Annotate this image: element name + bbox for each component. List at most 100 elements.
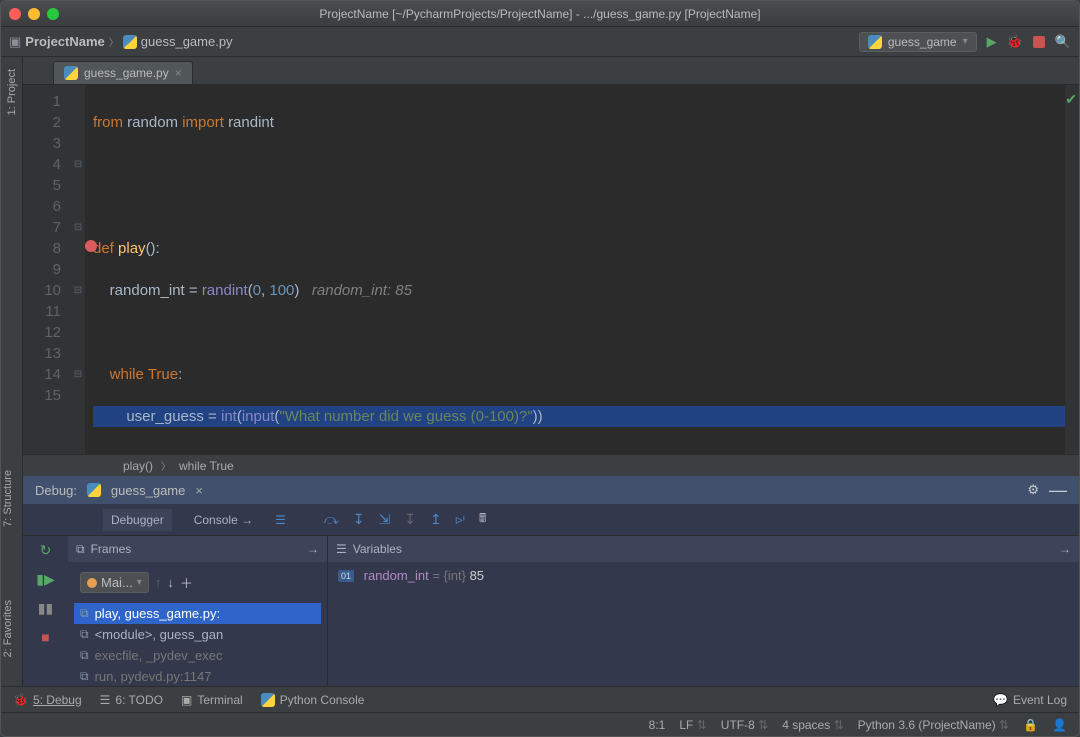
error-stripe[interactable]: ✔	[1065, 85, 1079, 454]
console-tab[interactable]: Console →	[186, 509, 261, 531]
python-file-icon	[64, 66, 78, 80]
frame-item[interactable]: ⧉play, guess_game.py:	[74, 603, 321, 624]
run-config-name: guess_game	[888, 35, 957, 49]
stop-button[interactable]	[1033, 36, 1045, 48]
breadcrumb-file: guess_game.py	[141, 34, 233, 49]
minimize-panel-icon[interactable]: —	[1049, 480, 1067, 501]
thread-name: Mai...	[101, 575, 133, 590]
close-window-button[interactable]	[9, 8, 21, 20]
resume-button[interactable]: ▮▶	[36, 571, 54, 588]
frames-list[interactable]: ⧉play, guess_game.py: ⧉<module>, guess_g…	[68, 603, 327, 686]
status-indent[interactable]: 4 spaces ⇅	[782, 718, 843, 732]
search-icon[interactable]: 🔍	[1055, 34, 1071, 50]
ide-window: ProjectName [~/PycharmProjects/ProjectNa…	[0, 0, 1080, 737]
step-over-button[interactable]: ⤼	[324, 511, 339, 528]
lock-icon[interactable]: 🔒	[1023, 718, 1038, 732]
debug-body: ↻ ▮▶ ▮▮ ■ ⧉ Frames → Mai...	[23, 536, 1079, 686]
status-caret-pos[interactable]: 8:1	[649, 718, 666, 732]
step-into-button[interactable]: ↧	[353, 511, 365, 528]
frames-label: Frames	[91, 542, 132, 556]
bottom-tab-terminal[interactable]: ▣ Terminal	[181, 693, 243, 707]
stackframe-icon: ⧉	[80, 648, 89, 663]
debug-button[interactable]: 🐞	[1007, 34, 1023, 50]
breadcrumb[interactable]: ▣ ProjectName 〉 guess_game.py	[9, 34, 233, 50]
add-frame-button[interactable]: ＋	[180, 573, 193, 592]
crumb-loop: while True	[179, 459, 234, 473]
step-into-mycode-button[interactable]: ↧	[404, 511, 416, 528]
stackframe-icon: ⧉	[80, 669, 89, 684]
bottom-tab-debug[interactable]: 🐞 5: Debug	[13, 693, 82, 707]
chevron-down-icon: ▾	[137, 577, 142, 588]
close-tab-icon[interactable]: ×	[175, 66, 182, 80]
run-button[interactable]: ▶	[987, 34, 997, 50]
variables-panel: ☰ Variables → 01 random_int = {int} 85	[328, 536, 1079, 686]
tool-window-structure[interactable]: 7: Structure	[2, 470, 14, 527]
variable-type: {int}	[444, 568, 466, 583]
next-frame-button[interactable]: ↓	[167, 575, 174, 590]
variables-label: Variables	[353, 542, 402, 556]
debug-header-label: Debug:	[35, 483, 77, 498]
status-encoding[interactable]: UTF-8 ⇅	[721, 718, 768, 732]
status-line-sep[interactable]: LF ⇅	[679, 718, 706, 732]
code-editor[interactable]: 123456789101112131415 ⊟⊟⊟⊟ from random i…	[23, 85, 1079, 454]
run-to-cursor-button[interactable]: ▹ᶥ	[456, 511, 465, 528]
stop-debug-button[interactable]: ■	[41, 629, 49, 645]
python-file-icon	[868, 35, 882, 49]
prev-frame-button[interactable]: ↑	[155, 575, 162, 590]
variables-options-icon[interactable]: →	[1059, 542, 1071, 556]
variables-header: ☰ Variables →	[328, 536, 1079, 562]
variables-icon: ☰	[336, 542, 347, 556]
frame-item[interactable]: ⧉run, pydevd.py:1147	[74, 666, 321, 686]
crumb-function: play()	[123, 459, 153, 473]
thread-status-icon	[87, 578, 97, 588]
close-debug-tab-icon[interactable]: ×	[195, 483, 203, 498]
editor-area: guess_game.py × 123456789101112131415 ⊟⊟…	[23, 57, 1079, 686]
frames-icon: ⧉	[76, 542, 85, 557]
force-step-into-button[interactable]: ⇲	[379, 511, 391, 528]
python-icon	[261, 693, 275, 707]
editor-breadcrumb[interactable]: play() 〉 while True	[23, 454, 1079, 476]
stackframe-icon: ⧉	[80, 627, 89, 642]
main-area: 1: Project guess_game.py × 1234567891011…	[1, 57, 1079, 686]
stackframe-icon: ⧉	[80, 606, 89, 621]
variable-row[interactable]: 01 random_int = {int} 85	[328, 562, 1079, 589]
debug-toolwindow-header: Debug: guess_game × ⚙ —	[23, 476, 1079, 504]
pause-button[interactable]: ▮▮	[38, 600, 53, 617]
frames-panel: ⧉ Frames → Mai... ▾ ↑ ↓ ＋	[68, 536, 328, 686]
window-controls	[9, 8, 59, 20]
editor-tab-label: guess_game.py	[84, 66, 169, 80]
tool-window-favorites[interactable]: 2: Favorites	[2, 600, 14, 657]
chevron-down-icon: ▾	[963, 36, 968, 47]
fold-gutter[interactable]: ⊟⊟⊟⊟	[71, 85, 85, 454]
frame-item[interactable]: ⧉execfile, _pydev_exec	[74, 645, 321, 666]
variable-type-badge: 01	[338, 570, 354, 582]
settings-icon[interactable]: ⚙	[1027, 482, 1039, 498]
bottom-tab-todo[interactable]: ☰ 6: TODO	[100, 693, 163, 707]
run-configuration-selector[interactable]: guess_game ▾	[859, 32, 977, 52]
analysis-ok-icon: ✔	[1065, 89, 1077, 110]
event-log-button[interactable]: 💬 Event Log	[993, 693, 1067, 707]
tool-window-project[interactable]: 1: Project	[6, 69, 18, 115]
zoom-window-button[interactable]	[47, 8, 59, 20]
status-sdk[interactable]: Python 3.6 (ProjectName) ⇅	[858, 718, 1009, 732]
frame-item[interactable]: ⧉<module>, guess_gan	[74, 624, 321, 645]
thread-selector[interactable]: Mai... ▾	[80, 572, 149, 593]
frames-header: ⧉ Frames →	[68, 536, 327, 562]
rerun-button[interactable]: ↻	[40, 542, 52, 559]
line-number-gutter[interactable]: 123456789101112131415	[23, 85, 71, 454]
code-content[interactable]: from random import randint def play(): r…	[85, 85, 1065, 454]
inspector-icon[interactable]: 👤	[1052, 718, 1067, 732]
frames-options-icon[interactable]: →	[307, 542, 319, 556]
minimize-window-button[interactable]	[28, 8, 40, 20]
python-file-icon	[87, 483, 101, 497]
folder-icon: ▣	[9, 34, 21, 50]
breakpoint-marker[interactable]	[85, 240, 97, 252]
editor-tab[interactable]: guess_game.py ×	[53, 61, 193, 84]
step-out-button[interactable]: ↥	[430, 511, 442, 528]
debugger-tab[interactable]: Debugger	[103, 509, 172, 531]
bottom-tool-tabs: 🐞 5: Debug ☰ 6: TODO ▣ Terminal Python C…	[1, 686, 1079, 712]
status-bar: 8:1 LF ⇅ UTF-8 ⇅ 4 spaces ⇅ Python 3.6 (…	[1, 712, 1079, 736]
variable-name: random_int	[364, 568, 429, 583]
bottom-tab-pyconsole[interactable]: Python Console	[261, 693, 365, 707]
evaluate-expression-button[interactable]: 🖩	[479, 509, 486, 530]
